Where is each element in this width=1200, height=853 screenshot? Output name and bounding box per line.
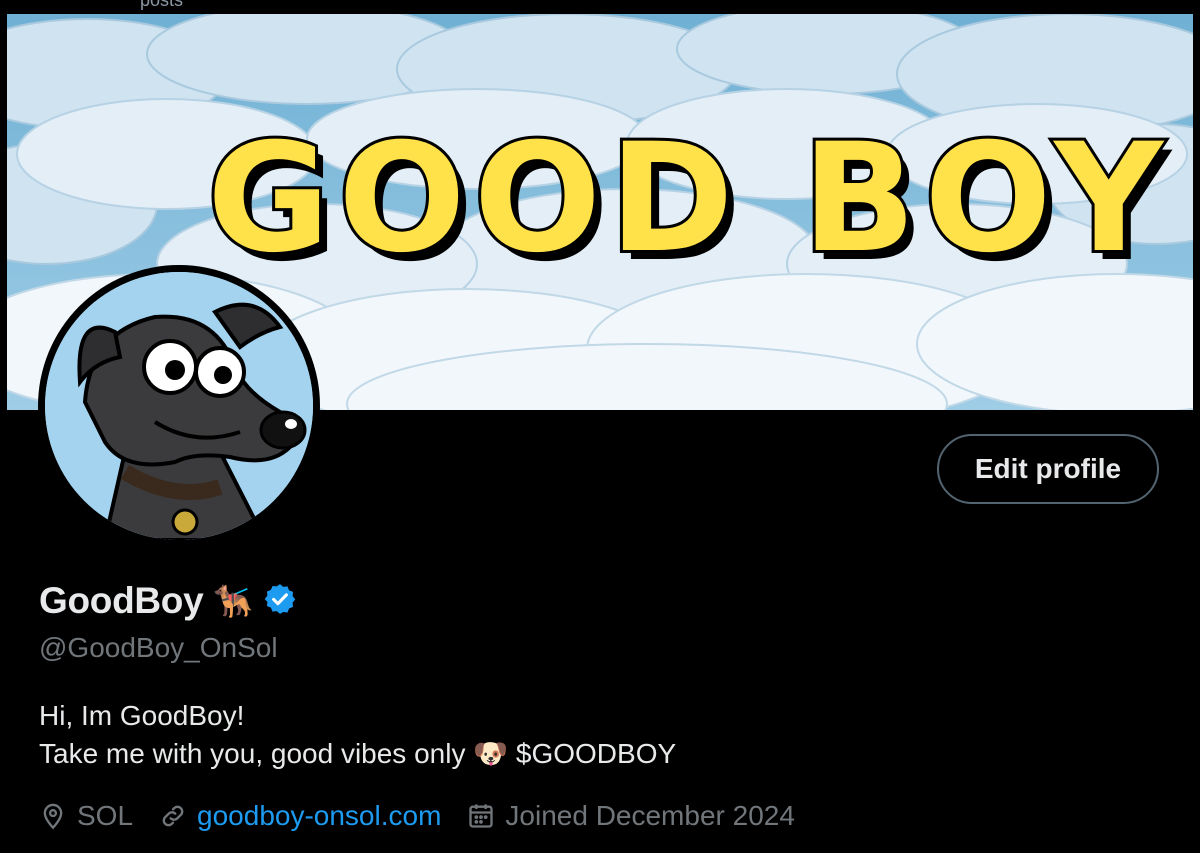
joined-item: Joined December 2024 xyxy=(467,800,795,832)
location-pin-icon xyxy=(39,802,67,830)
bio: Hi, Im GoodBoy! Take me with you, good v… xyxy=(39,697,676,773)
display-name: GoodBoy xyxy=(39,580,204,621)
right-edge xyxy=(1193,14,1200,853)
dog-avatar-art xyxy=(45,272,313,540)
website-link[interactable]: goodboy-onsol.com xyxy=(197,800,441,832)
location-text: SOL xyxy=(77,800,134,831)
service-dog-emoji: 🐕‍🦺 xyxy=(213,582,254,620)
posts-count-faint: posts xyxy=(140,0,184,10)
dog-face-emoji: 🐶 xyxy=(473,737,509,770)
location-item: SOL xyxy=(39,800,133,832)
verified-badge-icon[interactable] xyxy=(263,582,297,621)
name-row: GoodBoy 🐕‍🦺 xyxy=(39,578,297,624)
avatar-image xyxy=(45,272,313,540)
bio-line-2-text: Take me with you, good vibes only xyxy=(39,738,466,769)
calendar-icon xyxy=(467,802,495,830)
user-handle: @GoodBoy_OnSol xyxy=(39,632,278,663)
top-strip: posts xyxy=(0,0,1200,14)
edit-profile-button[interactable]: Edit profile xyxy=(937,434,1159,504)
bio-line-2: Take me with you, good vibes only 🐶 $GOO… xyxy=(39,735,676,773)
joined-date: Joined December 2024 xyxy=(505,800,795,831)
cashtag-goodboy[interactable]: $GOODBOY xyxy=(516,738,676,769)
profile-page: posts GOOD BOY GOOD BOY Edit profile Goo… xyxy=(0,0,1200,853)
profile-meta: SOL goodboy-onsol.com Joined December 20… xyxy=(39,796,821,836)
left-edge xyxy=(0,14,7,853)
link-icon xyxy=(159,802,187,830)
website-item: goodboy-onsol.com xyxy=(159,800,441,832)
avatar[interactable] xyxy=(38,265,320,547)
svg-text:GOOD BOY: GOOD BOY xyxy=(207,112,1171,286)
bio-line-1: Hi, Im GoodBoy! xyxy=(39,700,245,731)
